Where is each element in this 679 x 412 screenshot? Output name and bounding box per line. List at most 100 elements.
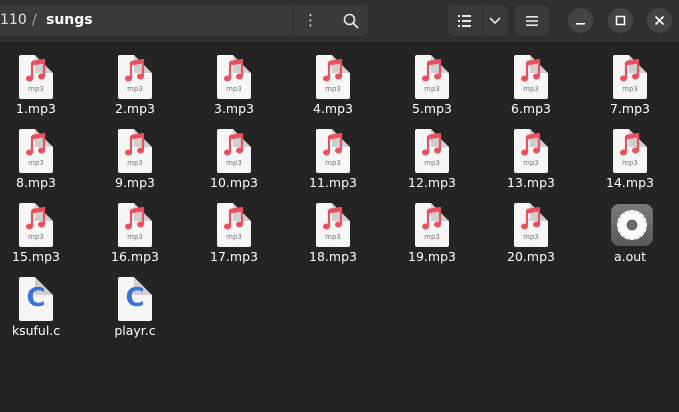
- audio-file-icon: mp3: [413, 202, 451, 248]
- music-note-icon: [224, 59, 244, 82]
- file-item[interactable]: mp3 11.mp3: [285, 120, 381, 190]
- close-button[interactable]: [647, 8, 672, 33]
- music-note-icon: [620, 133, 640, 156]
- file-type-text: mp3: [523, 159, 539, 167]
- document-page: mp3: [415, 129, 449, 173]
- file-type-text: mp3: [325, 233, 341, 241]
- view-options-button[interactable]: [483, 5, 508, 36]
- audio-file-icon: mp3: [116, 202, 154, 248]
- file-item[interactable]: a.out: [582, 194, 678, 264]
- file-type-text: mp3: [28, 159, 44, 167]
- music-note-icon: [521, 207, 541, 230]
- audio-file-icon: mp3: [512, 202, 550, 248]
- file-type-text: mp3: [523, 85, 539, 93]
- minimize-button[interactable]: [568, 8, 593, 33]
- file-type-text: mp3: [325, 159, 341, 167]
- music-note-icon: [323, 133, 343, 156]
- file-name-label: 16.mp3: [111, 249, 159, 264]
- audio-file-icon: mp3: [215, 202, 253, 248]
- music-note-icon: [125, 59, 145, 82]
- file-item[interactable]: mp3 4.mp3: [285, 46, 381, 116]
- file-type-text: mp3: [523, 233, 539, 241]
- file-type-text: mp3: [424, 159, 440, 167]
- music-note-icon: [521, 133, 541, 156]
- file-item[interactable]: mp3 17.mp3: [186, 194, 282, 264]
- file-name-label: 13.mp3: [507, 175, 555, 190]
- maximize-icon: [615, 15, 626, 26]
- file-item[interactable]: mp3 20.mp3: [483, 194, 579, 264]
- file-type-text: mp3: [28, 85, 44, 93]
- file-item[interactable]: mp3 16.mp3: [87, 194, 183, 264]
- maximize-button[interactable]: [608, 8, 633, 33]
- c-letter: C: [125, 283, 145, 313]
- file-item[interactable]: mp3 19.mp3: [384, 194, 480, 264]
- file-type-text: mp3: [424, 85, 440, 93]
- path-menu-button[interactable]: ⋮: [293, 5, 327, 36]
- file-name-label: 20.mp3: [507, 249, 555, 264]
- audio-file-icon: mp3: [512, 54, 550, 100]
- file-name-label: 3.mp3: [214, 101, 254, 116]
- music-note-icon: [620, 59, 640, 82]
- audio-file-icon: mp3: [116, 128, 154, 174]
- file-item[interactable]: mp3 10.mp3: [186, 120, 282, 190]
- document-page: mp3: [613, 129, 647, 173]
- header-bar: 110 / sungs ⋮: [0, 0, 679, 43]
- file-name-label: a.out: [613, 249, 647, 264]
- file-item[interactable]: mp3 12.mp3: [384, 120, 480, 190]
- file-item[interactable]: Cksuful.c: [0, 268, 84, 338]
- c-letter: C: [26, 283, 46, 313]
- file-type-text: mp3: [226, 85, 242, 93]
- document-page: mp3: [316, 203, 350, 247]
- file-type-text: mp3: [226, 159, 242, 167]
- gear-icon-background: [611, 204, 653, 246]
- main-menu-button[interactable]: [515, 5, 549, 36]
- music-note-icon: [323, 59, 343, 82]
- music-note-icon: [26, 207, 46, 230]
- file-item[interactable]: mp3 9.mp3: [87, 120, 183, 190]
- file-type-text: mp3: [622, 159, 638, 167]
- music-note-icon: [26, 59, 46, 82]
- music-note-icon: [224, 133, 244, 156]
- music-note-icon: [422, 207, 442, 230]
- document-page: mp3: [415, 55, 449, 99]
- document-page: mp3: [514, 203, 548, 247]
- view-toggle-group: [448, 5, 508, 36]
- file-item[interactable]: mp3 14.mp3: [582, 120, 678, 190]
- audio-file-icon: mp3: [116, 54, 154, 100]
- executable-file-icon: [611, 202, 653, 248]
- breadcrumb: 110 / sungs ⋮: [0, 5, 368, 36]
- file-item[interactable]: mp3 8.mp3: [0, 120, 84, 190]
- document-page: mp3: [514, 129, 548, 173]
- music-note-icon: [125, 207, 145, 230]
- file-item[interactable]: Cplayr.c: [87, 268, 183, 338]
- file-name-label: 5.mp3: [412, 101, 452, 116]
- breadcrumb-parent[interactable]: 110: [0, 5, 27, 36]
- file-item[interactable]: mp3 2.mp3: [87, 46, 183, 116]
- file-type-text: mp3: [424, 233, 440, 241]
- audio-file-icon: mp3: [314, 54, 352, 100]
- file-item[interactable]: mp3 6.mp3: [483, 46, 579, 116]
- music-note-icon: [521, 59, 541, 82]
- file-item[interactable]: mp3 18.mp3: [285, 194, 381, 264]
- file-item[interactable]: mp3 13.mp3: [483, 120, 579, 190]
- document-page: mp3: [217, 55, 251, 99]
- file-name-label: 10.mp3: [210, 175, 258, 190]
- audio-file-icon: mp3: [512, 128, 550, 174]
- audio-file-icon: mp3: [413, 128, 451, 174]
- file-name-label: playr.c: [114, 323, 156, 338]
- file-item[interactable]: mp3 7.mp3: [582, 46, 678, 116]
- c-source-file-icon: C: [17, 276, 55, 322]
- file-item[interactable]: mp3 15.mp3: [0, 194, 84, 264]
- file-item[interactable]: mp3 5.mp3: [384, 46, 480, 116]
- close-icon: [654, 15, 665, 26]
- search-button[interactable]: [334, 5, 368, 36]
- audio-file-icon: mp3: [314, 128, 352, 174]
- file-item[interactable]: mp3 1.mp3: [0, 46, 84, 116]
- document-page: mp3: [613, 55, 647, 99]
- breadcrumb-current[interactable]: sungs: [46, 5, 93, 36]
- document-page: mp3: [118, 129, 152, 173]
- file-item[interactable]: mp3 3.mp3: [186, 46, 282, 116]
- music-note-icon: [224, 207, 244, 230]
- file-type-text: mp3: [325, 85, 341, 93]
- list-view-button[interactable]: [448, 5, 482, 36]
